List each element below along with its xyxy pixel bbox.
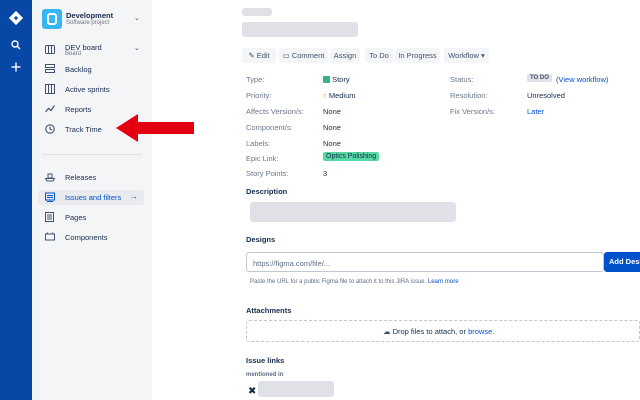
upload-cloud-icon: ☁ — [383, 327, 391, 336]
components-value: None — [323, 123, 341, 132]
sidebar-item-label: Reports — [65, 105, 92, 114]
story-icon — [323, 76, 330, 83]
description-placeholder[interactable] — [250, 202, 456, 222]
chevron-down-icon[interactable]: ⌄ — [134, 44, 140, 52]
type-value: Story — [323, 75, 350, 84]
resolution-label: Resolution: — [450, 91, 488, 100]
sidebar-item-label: Pages — [65, 213, 87, 222]
comment-button[interactable]: ▭ Comment — [279, 48, 328, 63]
fix-version-label: Fix Version/s: — [450, 107, 496, 116]
clock-icon — [44, 124, 55, 135]
page-icon — [44, 212, 55, 223]
sidebar-item-label: Components — [65, 233, 108, 242]
assign-label: Assign — [333, 51, 357, 60]
type-value-text: Story — [332, 75, 350, 84]
to-do-button[interactable]: To Do — [365, 48, 393, 63]
sidebar-item-releases[interactable]: Releases — [38, 170, 144, 185]
epic-link-label: Epic Link: — [246, 154, 279, 163]
edit-label: Edit — [256, 51, 270, 60]
sidebar-item-label: Backlog — [65, 65, 92, 74]
sidebar-item-backlog[interactable]: Backlog — [38, 62, 144, 77]
comment-icon: ▭ — [282, 51, 290, 60]
assign-button[interactable]: Assign — [330, 48, 360, 63]
sidebar-item-components[interactable]: Components — [38, 230, 144, 245]
components-label: Component/s: — [246, 123, 293, 132]
sidebar-item-label: Track Time — [65, 125, 102, 134]
attachment-dropzone[interactable]: ☁ Drop files to attach, or browse. — [246, 320, 640, 342]
linked-page-placeholder[interactable] — [258, 381, 334, 397]
sidebar-divider — [42, 154, 142, 155]
status-label: Status: — [450, 75, 474, 84]
learn-more-link[interactable]: Learn more — [428, 279, 459, 285]
sidebar-item-label: Releases — [65, 173, 97, 182]
figma-url-input[interactable]: https://figma.com/file/... — [246, 252, 604, 272]
dropzone-content: ☁ Drop files to attach, or browse. — [383, 327, 494, 336]
backlog-icon — [44, 64, 55, 75]
components-icon — [44, 232, 55, 243]
priority-value-text: Medium — [328, 91, 356, 100]
ship-icon — [44, 172, 55, 183]
drop-text: Drop files to attach, or — [392, 327, 466, 336]
description-title: Description — [246, 187, 288, 196]
priority-label: Priority: — [246, 91, 272, 100]
priority-medium-icon: ↑ — [323, 91, 327, 100]
board-icon — [44, 45, 55, 56]
affects-version-value: None — [323, 107, 341, 116]
active-sprints-icon — [44, 84, 55, 95]
project-sidebar: Development Software project ⌄ DEV board… — [32, 0, 152, 400]
designs-title: Designs — [246, 235, 276, 244]
reports-icon — [44, 104, 55, 115]
jira-logo-icon[interactable] — [8, 10, 24, 26]
labels-label: Labels: — [246, 139, 271, 148]
sidebar-item-label: Active sprints — [65, 85, 110, 94]
global-nav — [0, 0, 32, 400]
labels-value: None — [323, 139, 341, 148]
edit-button[interactable]: ✎ Edit — [242, 48, 276, 63]
breadcrumb-placeholder — [242, 8, 272, 16]
create-plus-icon[interactable] — [8, 62, 24, 76]
story-points-value: 3 — [323, 169, 328, 178]
in-progress-label: In Progress — [398, 51, 437, 60]
comment-label: Comment — [291, 51, 325, 60]
resolution-value: Unresolved — [527, 91, 565, 100]
todo-label: To Do — [369, 51, 389, 60]
status-badge: TO DO — [527, 74, 552, 82]
sidebar-board-switcher[interactable]: DEV board Board ⌄ — [38, 42, 144, 60]
type-label: Type: — [246, 75, 265, 84]
priority-value: ↑ Medium — [323, 91, 356, 100]
epic-link-lozenge[interactable]: Optics Polishing — [323, 152, 380, 161]
chevron-down-icon[interactable]: ⌄ — [134, 14, 140, 22]
issue-title-placeholder — [242, 22, 358, 37]
chevron-down-icon: ▾ — [481, 51, 485, 60]
designs-help-label: Paste the URL for a public Figma file to… — [250, 279, 427, 285]
designs-help-text: Paste the URL for a public Figma file to… — [250, 279, 459, 285]
sidebar-item-issues-and-filters[interactable]: Issues and filters → — [38, 190, 144, 205]
browse-link[interactable]: browse. — [468, 327, 494, 336]
attachments-title: Attachments — [246, 306, 292, 315]
sidebar-item-pages[interactable]: Pages — [38, 210, 144, 225]
in-progress-button[interactable]: In Progress — [395, 48, 440, 63]
pencil-icon: ✎ — [248, 51, 255, 60]
project-name[interactable]: Development — [66, 11, 113, 20]
sidebar-item-label: Issues and filters — [65, 193, 122, 202]
story-points-label: Story Points: — [246, 169, 289, 178]
sidebar-item-active-sprints[interactable]: Active sprints — [38, 82, 144, 97]
project-avatar[interactable] — [42, 9, 62, 29]
figma-url-placeholder: https://figma.com/file/... — [253, 259, 331, 268]
view-workflow-link[interactable]: (View workflow) — [556, 75, 608, 84]
workflow-dropdown[interactable]: Workflow ▾ — [444, 48, 489, 63]
add-design-button[interactable]: Add Design — [604, 252, 640, 272]
project-type: Software project — [66, 20, 110, 26]
workflow-label: Workflow — [448, 51, 479, 60]
confluence-icon: ✖ — [248, 386, 257, 397]
issue-links-title: Issue links — [246, 356, 285, 365]
link-relation: mentioned in — [246, 372, 284, 378]
issue-view: ✎ Edit ▭ Comment Assign To Do In Progres… — [152, 0, 640, 400]
board-sub: Board — [65, 51, 82, 57]
search-icon[interactable] — [8, 40, 24, 54]
arrow-right-icon: → — [130, 192, 138, 201]
affects-version-label: Affects Version/s: — [246, 107, 304, 116]
fix-version-value[interactable]: Later — [527, 107, 544, 116]
issues-icon — [44, 192, 55, 203]
